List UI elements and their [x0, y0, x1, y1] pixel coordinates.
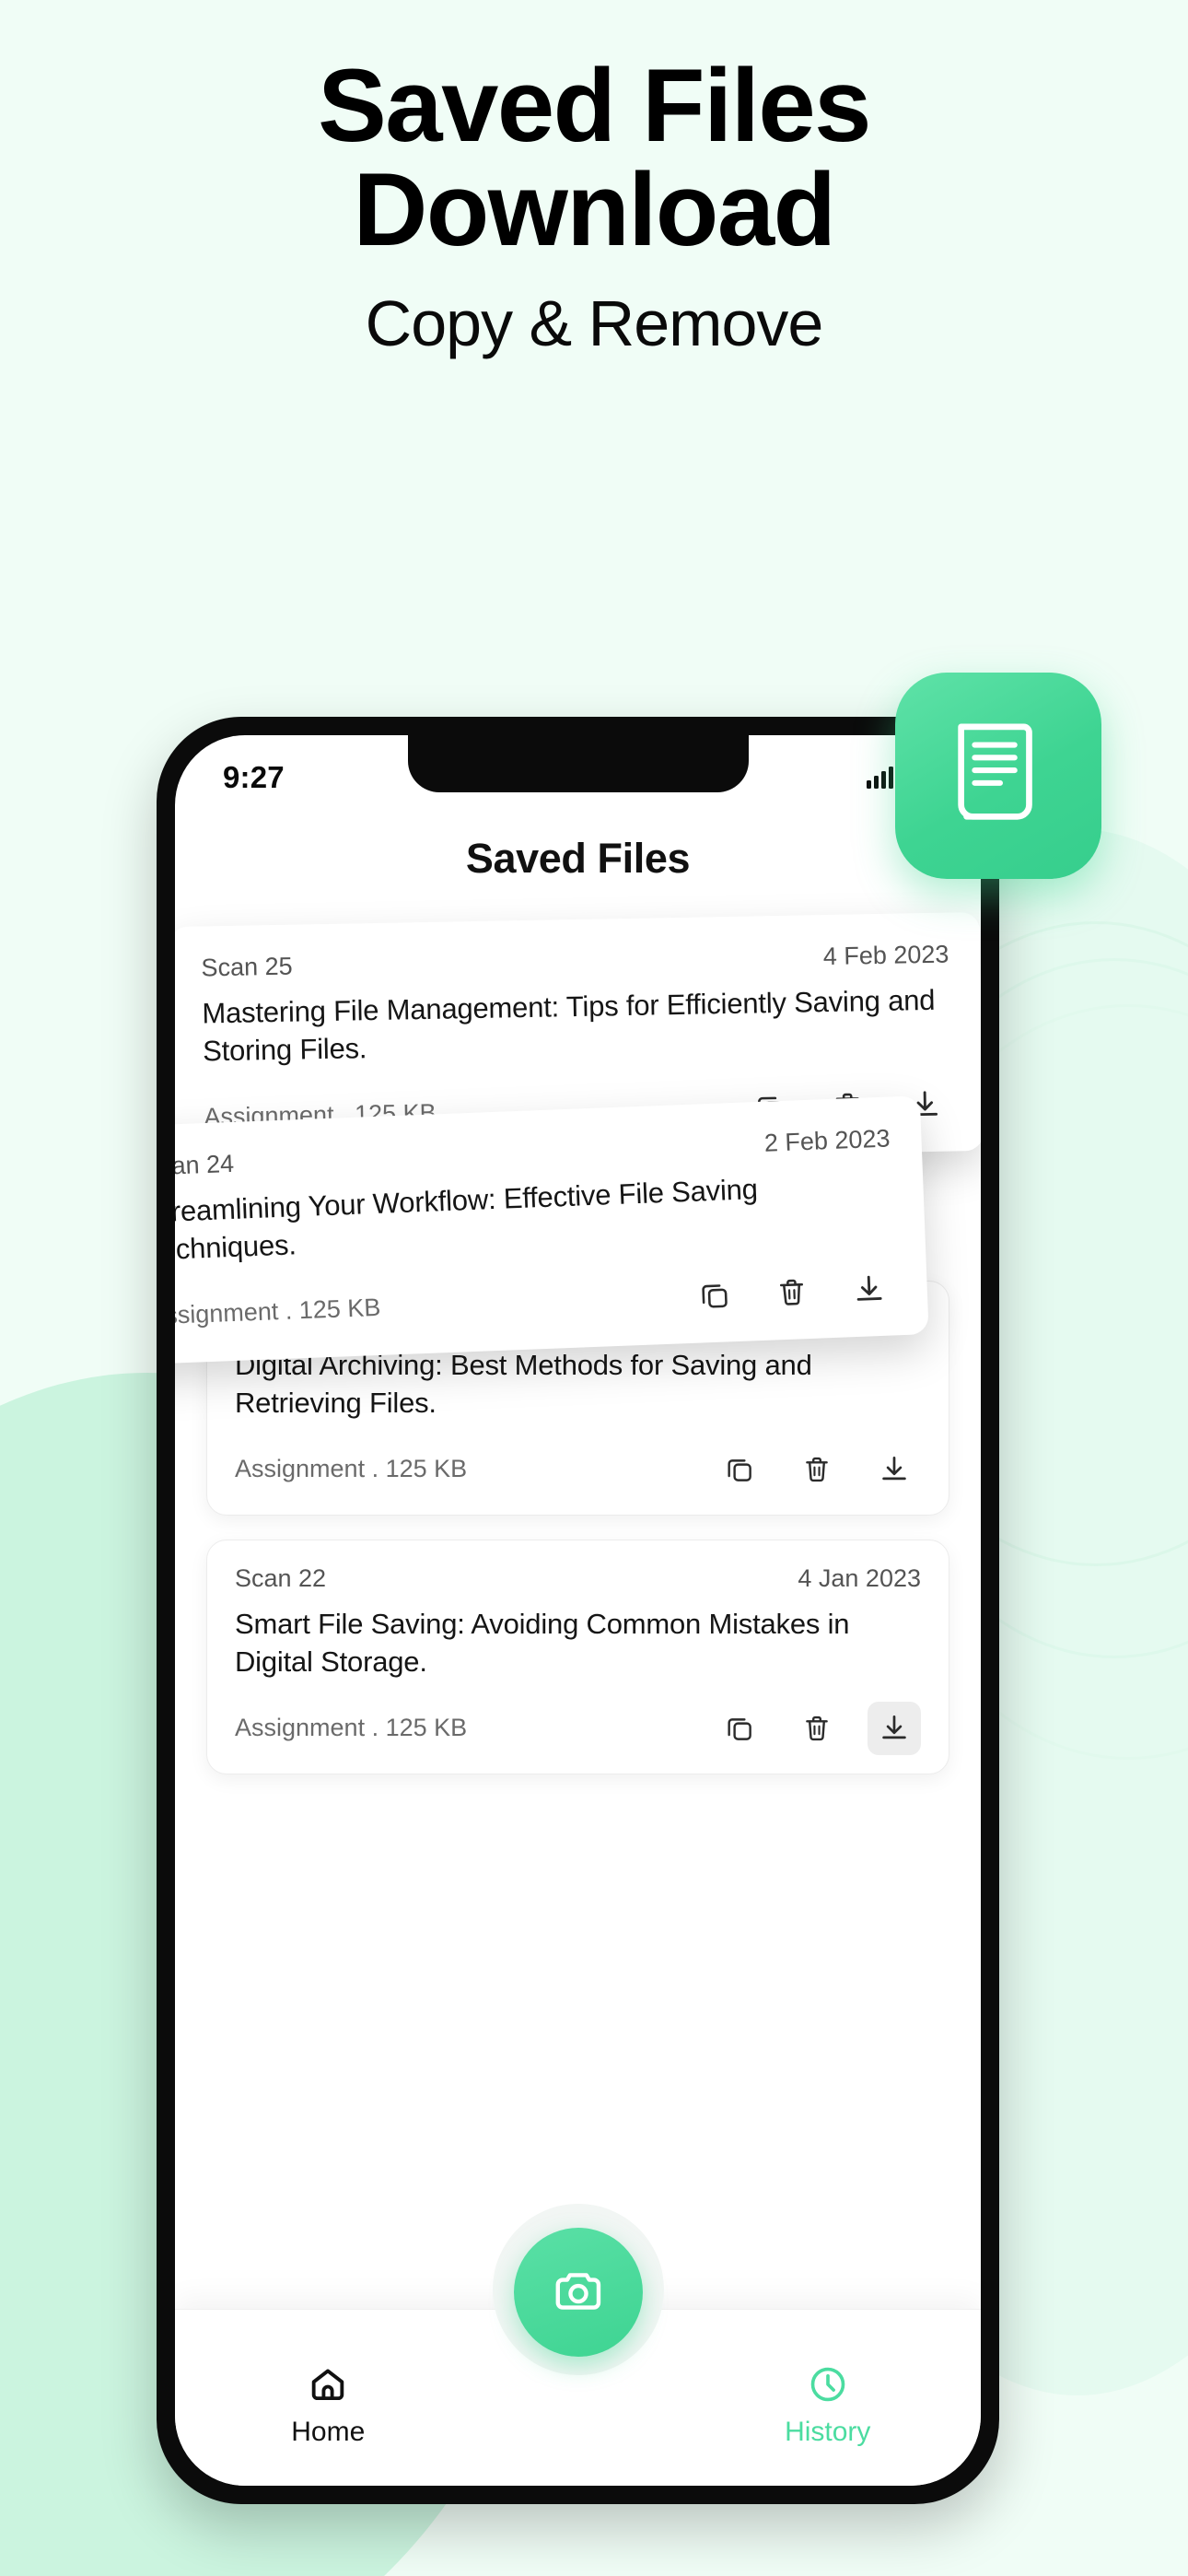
- copy-icon[interactable]: [713, 1443, 766, 1496]
- card-actions: [713, 1443, 921, 1496]
- screenshot-stage: Saved Files Download Copy & Remove 9:27: [0, 0, 1188, 2576]
- copy-icon[interactable]: [713, 1702, 766, 1755]
- hero-title-line-2: Download: [353, 151, 836, 267]
- tab-home[interactable]: Home: [175, 2348, 482, 2448]
- card-meta-label: Assignment . 125 KB: [175, 1294, 381, 1330]
- card-actions: [713, 1701, 921, 1755]
- hero-headline-block: Saved Files Download Copy & Remove: [0, 48, 1188, 360]
- delete-icon[interactable]: [790, 1443, 844, 1496]
- copy-icon[interactable]: [687, 1268, 742, 1323]
- download-icon[interactable]: [842, 1261, 897, 1317]
- status-time: 9:27: [223, 760, 285, 794]
- download-icon[interactable]: [868, 1701, 921, 1755]
- card-title: Streamlining Your Workflow: Effective Fi…: [175, 1173, 759, 1267]
- page-title: Saved Files: [465, 835, 691, 882]
- card-date-label: 2 Feb 2023: [763, 1124, 891, 1157]
- card-title: Mastering File Management: Tips for Effi…: [202, 983, 936, 1068]
- tab-home-label: Home: [291, 2416, 366, 2447]
- card-actions: [687, 1261, 897, 1323]
- table-row[interactable]: Scan 24 2 Feb 2023 Streamlining Your Wor…: [175, 1095, 929, 1365]
- hero-title-line-1: Saved Files: [318, 48, 871, 163]
- camera-icon: [555, 2273, 600, 2310]
- delete-icon[interactable]: [790, 1702, 844, 1755]
- card-header: Scan 25 4 Feb 2023: [201, 941, 949, 983]
- card-title: Digital Archiving: Best Methods for Savi…: [235, 1349, 812, 1419]
- card-footer: Assignment . 125 KB: [235, 1443, 921, 1496]
- cellular-signal-icon: [867, 767, 893, 789]
- card-footer: Assignment . 125 KB: [235, 1701, 921, 1755]
- hero-subtitle: Copy & Remove: [365, 287, 824, 360]
- card-meta-label: Assignment . 125 KB: [235, 1714, 468, 1742]
- home-icon: [312, 2369, 344, 2400]
- camera-capture-button[interactable]: [513, 2228, 643, 2357]
- card-header: Scan 22 4 Jan 2023: [235, 1564, 921, 1593]
- card-footer: Assignment . 125 KB: [175, 1261, 897, 1343]
- app-icon-badge: [895, 673, 1101, 879]
- card-scan-label: Scan 24: [175, 1149, 235, 1181]
- card-title: Smart File Saving: Avoiding Common Mista…: [235, 1607, 850, 1678]
- card-date-label: 4 Feb 2023: [822, 940, 949, 971]
- card-meta-label: Assignment . 125 KB: [235, 1455, 468, 1483]
- phone-mockup: 9:27 Saved Files Digital Archiving: Best…: [157, 717, 999, 2504]
- tab-history-label: History: [785, 2416, 871, 2447]
- card-scan-label: Scan 25: [201, 952, 293, 982]
- saved-files-list: Scan 23 20 Jan 2023 Digital Archiving: B…: [175, 911, 981, 1798]
- document-scan-icon: [958, 723, 1032, 820]
- phone-screen: 9:27 Saved Files Digital Archiving: Best…: [175, 735, 981, 2486]
- card-date-label: 4 Jan 2023: [798, 1563, 921, 1592]
- tab-history[interactable]: History: [675, 2348, 982, 2448]
- status-bar: 9:27: [175, 735, 981, 820]
- clock-icon: [810, 2367, 845, 2401]
- download-icon[interactable]: [868, 1443, 921, 1496]
- card-scan-label: Scan 22: [235, 1563, 327, 1592]
- table-row[interactable]: Scan 22 4 Jan 2023 Smart File Saving: Av…: [206, 1539, 949, 1774]
- delete-icon[interactable]: [764, 1264, 820, 1319]
